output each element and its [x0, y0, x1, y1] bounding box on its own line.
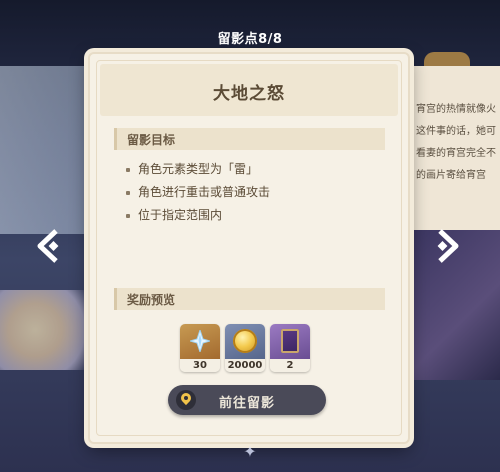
- background-character-art: [0, 290, 88, 370]
- objective-item: 角色元素类型为「雷」: [124, 158, 270, 181]
- objective-item: 位于指定范围内: [124, 204, 270, 227]
- rewards-label: 奖励预览: [127, 293, 176, 307]
- previous-arrow-button[interactable]: [34, 228, 64, 264]
- card-title: 大地之怒: [213, 84, 285, 104]
- reward-quantity: 30: [180, 359, 220, 372]
- rewards-row: 30 20000 2: [180, 324, 310, 372]
- reward-mora[interactable]: 20000: [225, 324, 265, 372]
- chevron-left-icon: [37, 229, 59, 263]
- story-line: 的画片寄给宵宫: [416, 170, 486, 181]
- reward-exp-book[interactable]: 2: [270, 324, 310, 372]
- story-line: 宵宫的热情就像火: [416, 104, 496, 115]
- mora-coin-icon: [233, 329, 257, 353]
- objectives-section-header: 留影目标: [114, 128, 385, 150]
- primogem-icon: [190, 330, 210, 352]
- story-line: 看妻的宵宫完全不: [416, 148, 496, 159]
- photo-point-counter: 留影点8/8: [217, 32, 283, 47]
- sparkle-icon: ✦: [243, 442, 257, 461]
- go-to-photo-point-button[interactable]: 前往留影: [168, 385, 326, 415]
- reward-art: [270, 324, 310, 359]
- next-arrow-button[interactable]: [432, 228, 462, 264]
- photo-point-card: 大地之怒 留影目标 角色元素类型为「雷」 角色进行重击或普通攻击 位于指定范围内…: [88, 52, 410, 444]
- objectives-list: 角色元素类型为「雷」 角色进行重击或普通攻击 位于指定范围内: [124, 158, 270, 227]
- book-icon: [281, 329, 299, 353]
- go-button-label: 前往留影: [218, 396, 275, 411]
- card-header: 大地之怒: [100, 64, 398, 116]
- reward-art: [180, 324, 220, 359]
- chevron-right-icon: [437, 229, 459, 263]
- reward-primogem[interactable]: 30: [180, 324, 220, 372]
- reward-quantity: 2: [270, 359, 310, 372]
- story-line: 这件事的话，她可: [416, 126, 496, 137]
- reward-art: [225, 324, 265, 359]
- reward-quantity: 20000: [225, 359, 265, 372]
- rewards-section-header: 奖励预览: [114, 288, 385, 310]
- objectives-label: 留影目标: [127, 133, 176, 147]
- background-story-panel: 宵宫的热情就像火 这件事的话，她可 看妻的宵宫完全不 的画片寄给宵宫: [410, 66, 500, 234]
- objective-item: 角色进行重击或普通攻击: [124, 181, 270, 204]
